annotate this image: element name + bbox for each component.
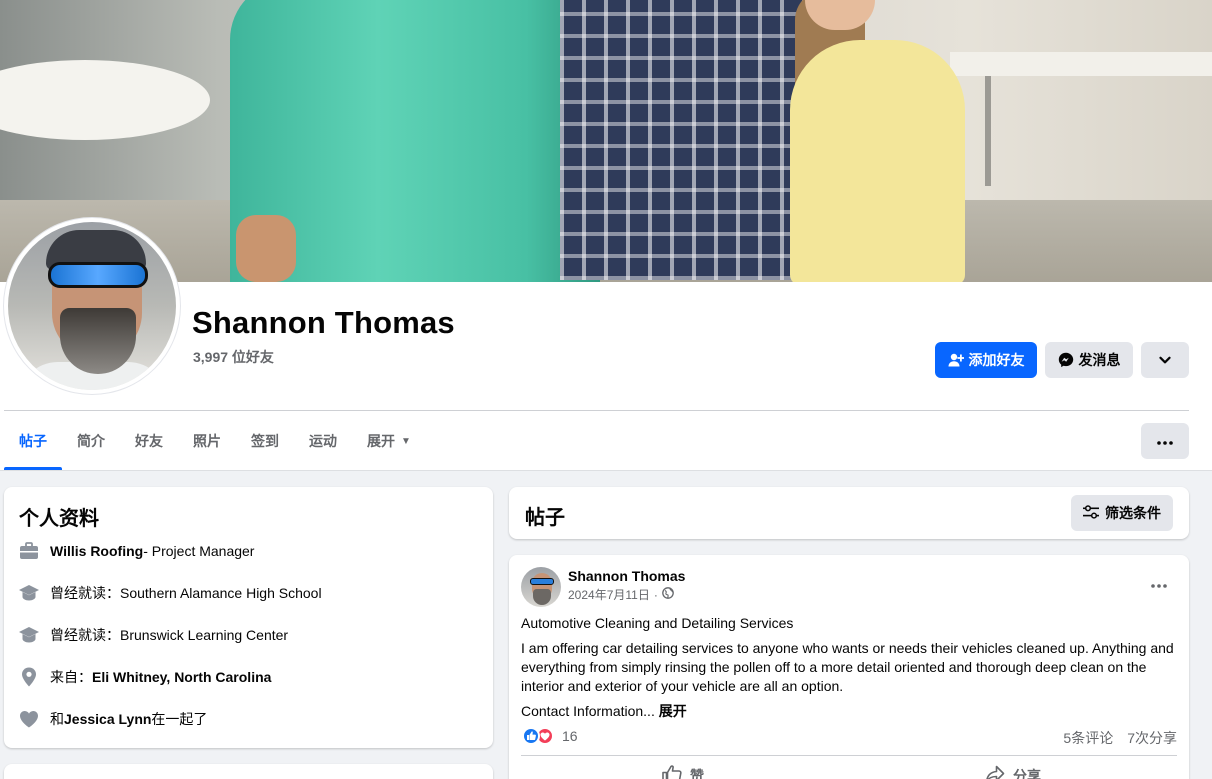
tab-friends[interactable]: 好友 [120,412,178,470]
filter-button[interactable]: 筛选条件 [1071,495,1173,531]
reaction-count: 16 [562,728,578,744]
tabs-overflow-button[interactable] [1141,423,1189,459]
posts-header-card: 帖子 筛选条件 [509,487,1189,539]
avatar-glasses [48,262,148,288]
intro-education-1: 曾经就读： Southern Alamance High School [18,582,322,604]
rel-prefix: 和 [50,711,64,727]
location-pin-icon [18,666,40,688]
meta-dot: · [653,587,658,602]
header-divider [4,410,1189,411]
edu1-prefix: 曾经就读： [50,585,120,601]
briefcase-icon [18,540,40,562]
pa-beard [533,589,551,605]
see-more-link[interactable]: 展开 [659,703,687,719]
like-label: 赞 [690,767,704,779]
tab-label: 好友 [135,433,163,449]
posts-title: 帖子 [525,507,565,529]
message-label: 发消息 [1078,352,1121,368]
add-friend-label: 添加好友 [968,352,1025,368]
tab-posts[interactable]: 帖子 [4,412,62,470]
intro-hometown: 来自： Eli Whitney, North Carolina [18,666,271,688]
post-date[interactable]: 2024年7月11日 [568,586,650,603]
cover-table-right [950,52,1212,76]
post-actions-divider [521,755,1177,756]
share-label: 分享 [1013,767,1041,779]
photos-card [4,764,493,779]
friends-count[interactable]: 3,997 位好友 [193,347,274,367]
thumbs-up-icon [662,765,682,779]
tab-sports[interactable]: 运动 [294,412,352,470]
post-contact-text: Contact Information... [521,703,659,719]
profile-name: Shannon Thomas [192,305,455,340]
share-button[interactable]: 分享 [985,765,1041,779]
post-stats: 5条评论 7次分享 [1063,728,1177,748]
add-friend-button[interactable]: 添加好友 [935,342,1037,378]
filter-label: 筛选条件 [1105,505,1161,521]
intro-work: Willis Roofing - Project Manager [18,540,254,562]
profile-avatar[interactable] [4,218,180,394]
intro-card: 个人资料 Willis Roofing - Project Manager 曾经… [4,487,493,748]
tab-label: 简介 [77,433,105,449]
tab-label: 签到 [251,433,279,449]
comments-count[interactable]: 5条评论 [1063,728,1113,748]
tab-photos[interactable]: 照片 [178,412,236,470]
tab-about[interactable]: 简介 [62,412,120,470]
message-button[interactable]: 发消息 [1045,342,1133,378]
intro-title: 个人资料 [19,508,99,530]
profile-more-button[interactable] [1141,342,1189,378]
edu2-school[interactable]: Brunswick Learning Center [120,627,288,643]
messenger-icon [1058,352,1074,368]
globe-icon [661,587,674,602]
tab-more[interactable]: 展开 ▼ [352,412,426,470]
post-options-button[interactable] [1145,572,1173,596]
avatar-image [8,222,176,390]
caret-down-icon: ▼ [401,435,411,447]
intro-relationship: 和 Jessica Lynn 在一起了 [18,708,207,730]
work-role: - Project Manager [143,543,255,559]
graduation-cap-icon [18,624,40,646]
from-prefix: 来自： [50,669,92,685]
heart-icon [18,708,40,730]
cover-photo[interactable] [0,0,1212,282]
rel-partner[interactable]: Jessica Lynn [64,711,151,727]
post-card: Shannon Thomas 2024年7月11日 · Automotive C… [509,555,1189,779]
from-place[interactable]: Eli Whitney, North Carolina [92,669,271,685]
tab-label: 运动 [309,433,337,449]
post-contact: Contact Information... 展开 [521,702,1177,721]
post-body: I am offering car detailing services to … [521,640,1174,694]
rel-suffix: 在一起了 [151,711,208,727]
tab-label: 展开 [367,433,395,449]
cover-table-leg [985,76,991,186]
tab-label: 帖子 [19,433,47,449]
tab-check-ins[interactable]: 签到 [236,412,294,470]
post-reactions[interactable]: 16 [522,727,578,745]
like-button[interactable]: 赞 [662,765,704,779]
edu2-prefix: 曾经就读： [50,627,120,643]
cover-person-yellow-shirt [790,40,965,282]
cover-arm [236,215,296,282]
more-dots-icon [1151,575,1167,593]
filter-sliders-icon [1083,504,1099,522]
shares-count[interactable]: 7次分享 [1127,728,1177,748]
share-arrow-icon [985,765,1005,779]
add-friend-icon [948,352,964,368]
tab-label: 照片 [193,433,221,449]
post-author-name[interactable]: Shannon Thomas [568,568,685,584]
chevron-down-icon [1159,354,1171,366]
intro-education-2: 曾经就读： Brunswick Learning Center [18,624,288,646]
like-reaction-icon [522,727,540,745]
profile-tabs: 帖子 简介 好友 照片 签到 运动 展开 ▼ [4,412,426,470]
work-company[interactable]: Willis Roofing [50,543,143,559]
cover-person-plaid-shirt [560,0,810,280]
graduation-cap-icon [18,582,40,604]
post-author-avatar[interactable] [521,567,561,607]
post-meta: 2024年7月11日 · [568,586,674,603]
pa-glasses [530,578,554,585]
edu1-school[interactable]: Southern Alamance High School [120,585,322,601]
more-dots-icon [1157,432,1173,450]
post-headline: Automotive Cleaning and Detailing Servic… [521,615,794,631]
